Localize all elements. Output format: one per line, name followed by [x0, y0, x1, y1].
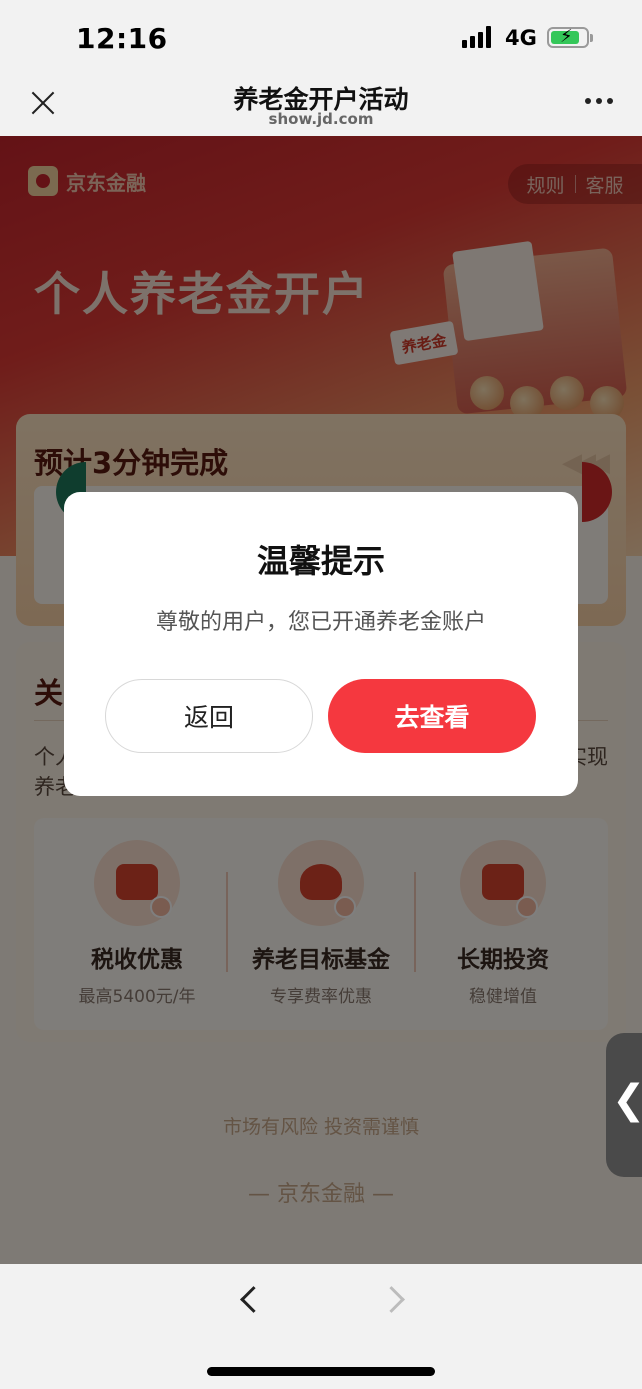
view-button[interactable]: 去查看	[328, 679, 536, 753]
web-content: 京东金融 规则 客服 个人养老金开户 养老金 预计3分钟完成 ◀◀◀ 关 个人 …	[0, 136, 642, 1264]
nav-bar: 养老金开户活动 show.jd.com	[0, 72, 642, 136]
page-url: show.jd.com	[268, 110, 374, 128]
more-icon[interactable]	[585, 98, 615, 106]
chevron-left-icon: ❮	[612, 1077, 642, 1123]
network-type: 4G	[505, 26, 537, 50]
alert-dialog: 温馨提示 尊敬的用户，您已开通养老金账户 返回 去查看	[64, 492, 578, 796]
chevron-right-icon[interactable]	[382, 1288, 406, 1312]
status-time: 12:16	[76, 22, 168, 55]
status-bar: 12:16 4G ⚡	[0, 0, 642, 72]
browser-toolbar	[0, 1264, 642, 1389]
dialog-title: 温馨提示	[256, 542, 385, 580]
dialog-message: 尊敬的用户，您已开通养老金账户	[155, 610, 486, 635]
back-button[interactable]: 返回	[105, 679, 313, 753]
battery-icon: ⚡	[547, 26, 593, 48]
home-indicator[interactable]	[207, 1367, 435, 1376]
signal-icon	[462, 26, 494, 48]
side-drawer-handle[interactable]: ❮	[606, 1033, 642, 1177]
chevron-left-icon[interactable]	[236, 1288, 260, 1312]
